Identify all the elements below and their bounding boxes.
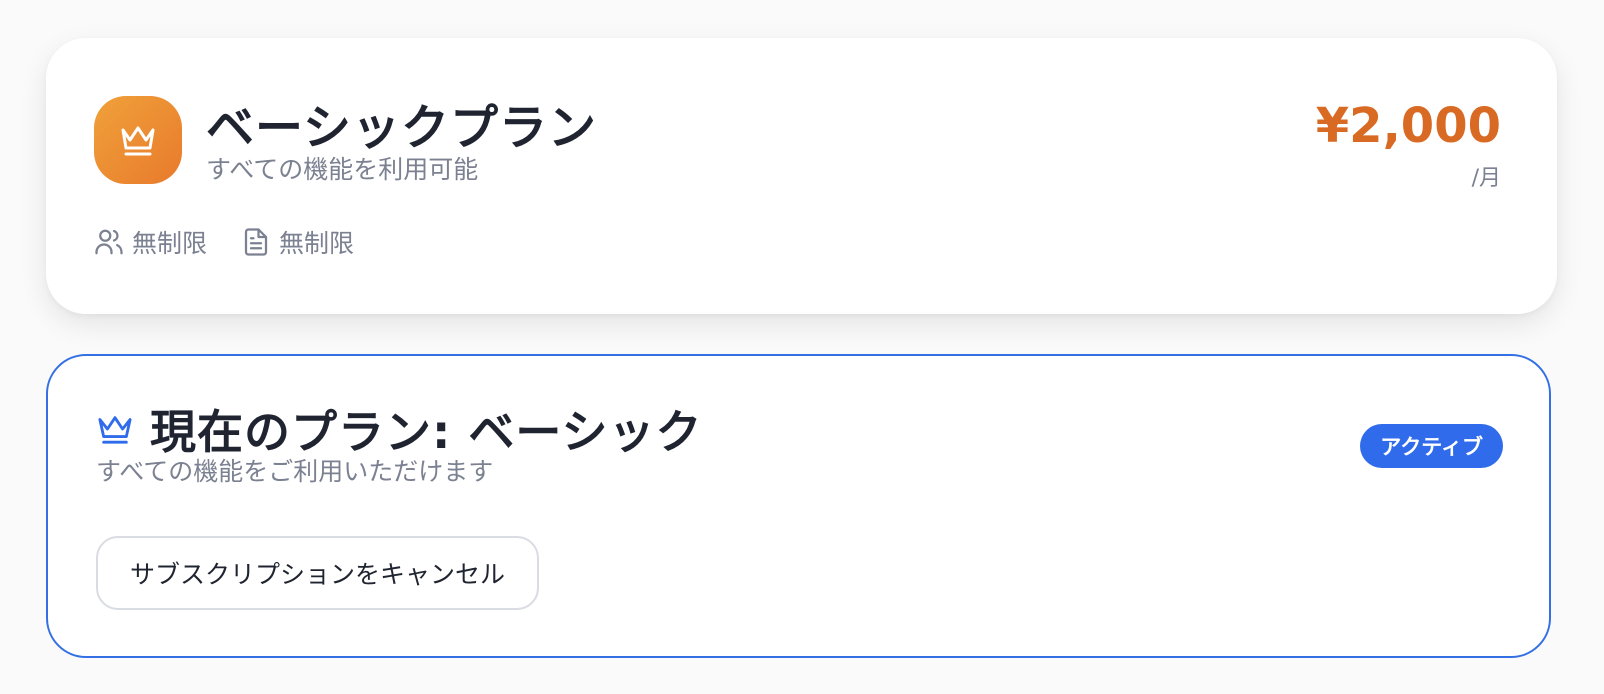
document-icon [244,228,268,256]
users-icon [95,229,123,255]
crown-icon [98,416,132,444]
status-badge: アクティブ [1360,424,1503,468]
plan-price: ¥2,000 [1315,98,1501,154]
cancel-subscription-button[interactable]: サブスクリプションをキャンセル [96,536,540,610]
feature-users: 無制限 [94,224,207,260]
crown-icon [121,126,155,156]
plan-subtitle: すべての機能を利用可能 [206,155,479,184]
plan-features: 無制限 無制限 [94,224,354,260]
feature-documents: 無制限 [241,224,354,260]
plan-icon-badge [94,96,182,184]
feature-users-label: 無制限 [132,229,208,258]
plan-title: ベーシックプラン [206,100,598,156]
current-plan-card: 現在のプラン: ベーシック すべての機能をご利用いただけます アクティブ サブス… [46,354,1551,658]
current-plan-subtitle: すべての機能をご利用いただけます [96,457,494,486]
plan-card: ベーシックプラン すべての機能を利用可能 ¥2,000 /月 無制限 無制限 [46,38,1557,314]
plan-period: /月 [1471,166,1501,191]
feature-documents-label: 無制限 [279,229,355,258]
